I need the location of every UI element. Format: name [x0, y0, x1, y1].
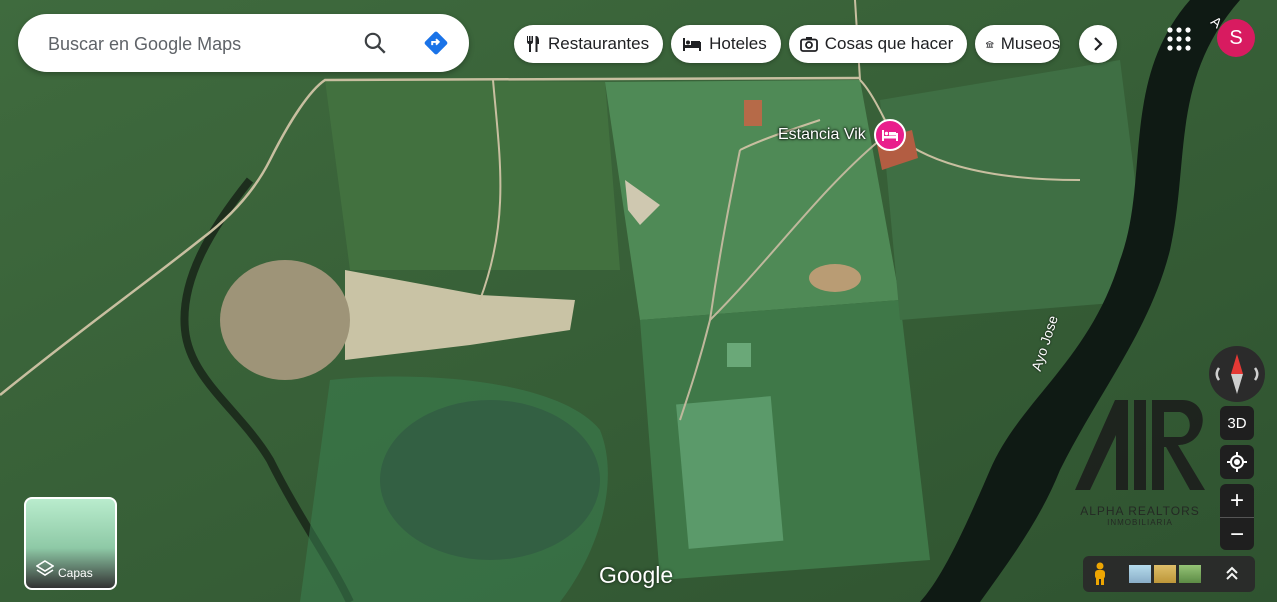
camera-icon	[799, 37, 818, 52]
layer-thumb-traffic[interactable]	[1154, 565, 1176, 583]
layers-button[interactable]: Capas	[24, 497, 117, 590]
layers-icon	[36, 560, 54, 576]
category-chips: Restaurantes Hoteles Cosas que hacer Mus…	[514, 25, 1061, 63]
my-location-icon	[1227, 452, 1247, 472]
expand-up-icon[interactable]	[1225, 565, 1239, 586]
zoom-in-button[interactable]: +	[1220, 484, 1254, 517]
search-box	[18, 14, 469, 72]
layers-label: Capas	[58, 566, 93, 580]
chip-museums[interactable]: Museos	[975, 25, 1061, 63]
zoom-out-button[interactable]: −	[1220, 518, 1254, 551]
search-icon[interactable]	[362, 30, 388, 56]
museum-icon	[986, 40, 994, 48]
chip-label: Hoteles	[709, 34, 767, 53]
google-logo: Google	[599, 562, 674, 588]
tilt-3d-button[interactable]: 3D	[1220, 406, 1254, 440]
hotel-pin-icon[interactable]	[874, 119, 906, 151]
my-location-button[interactable]	[1220, 445, 1254, 479]
realtor-watermark: ALPHA REALTORS INMOBILIARIA	[1070, 395, 1210, 527]
layer-thumb-satellite[interactable]	[1179, 565, 1201, 583]
bed-icon	[683, 38, 702, 51]
chips-next-button[interactable]	[1079, 25, 1117, 63]
apps-grid-icon[interactable]	[1166, 26, 1192, 52]
zoom-controls: + −	[1220, 484, 1254, 550]
layer-thumb-terrain[interactable]	[1129, 565, 1151, 583]
compass-control[interactable]	[1209, 346, 1265, 402]
compass-icon	[1215, 354, 1259, 394]
chip-things-to-do[interactable]: Cosas que hacer	[788, 25, 968, 63]
place-label[interactable]: Estancia Vik	[778, 126, 866, 144]
chip-label: Museos	[1000, 34, 1061, 53]
account-avatar[interactable]: S	[1217, 19, 1255, 57]
chip-label: Cosas que hacer	[824, 34, 954, 53]
pegman-icon[interactable]	[1091, 562, 1109, 591]
search-input[interactable]	[46, 29, 350, 59]
chip-hotels[interactable]: Hoteles	[671, 25, 781, 63]
alpha-realtors-logo-icon	[1075, 400, 1205, 490]
directions-icon[interactable]	[423, 30, 449, 56]
fork-knife-icon	[527, 36, 539, 52]
chevron-right-icon	[1094, 37, 1103, 51]
map-bottom-toolbar	[1083, 556, 1255, 592]
watermark-sub: INMOBILIARIA	[1107, 518, 1173, 527]
watermark-brand: ALPHA REALTORS	[1080, 504, 1200, 518]
chip-label: Restaurantes	[548, 34, 650, 53]
chip-restaurants[interactable]: Restaurantes	[514, 25, 664, 63]
